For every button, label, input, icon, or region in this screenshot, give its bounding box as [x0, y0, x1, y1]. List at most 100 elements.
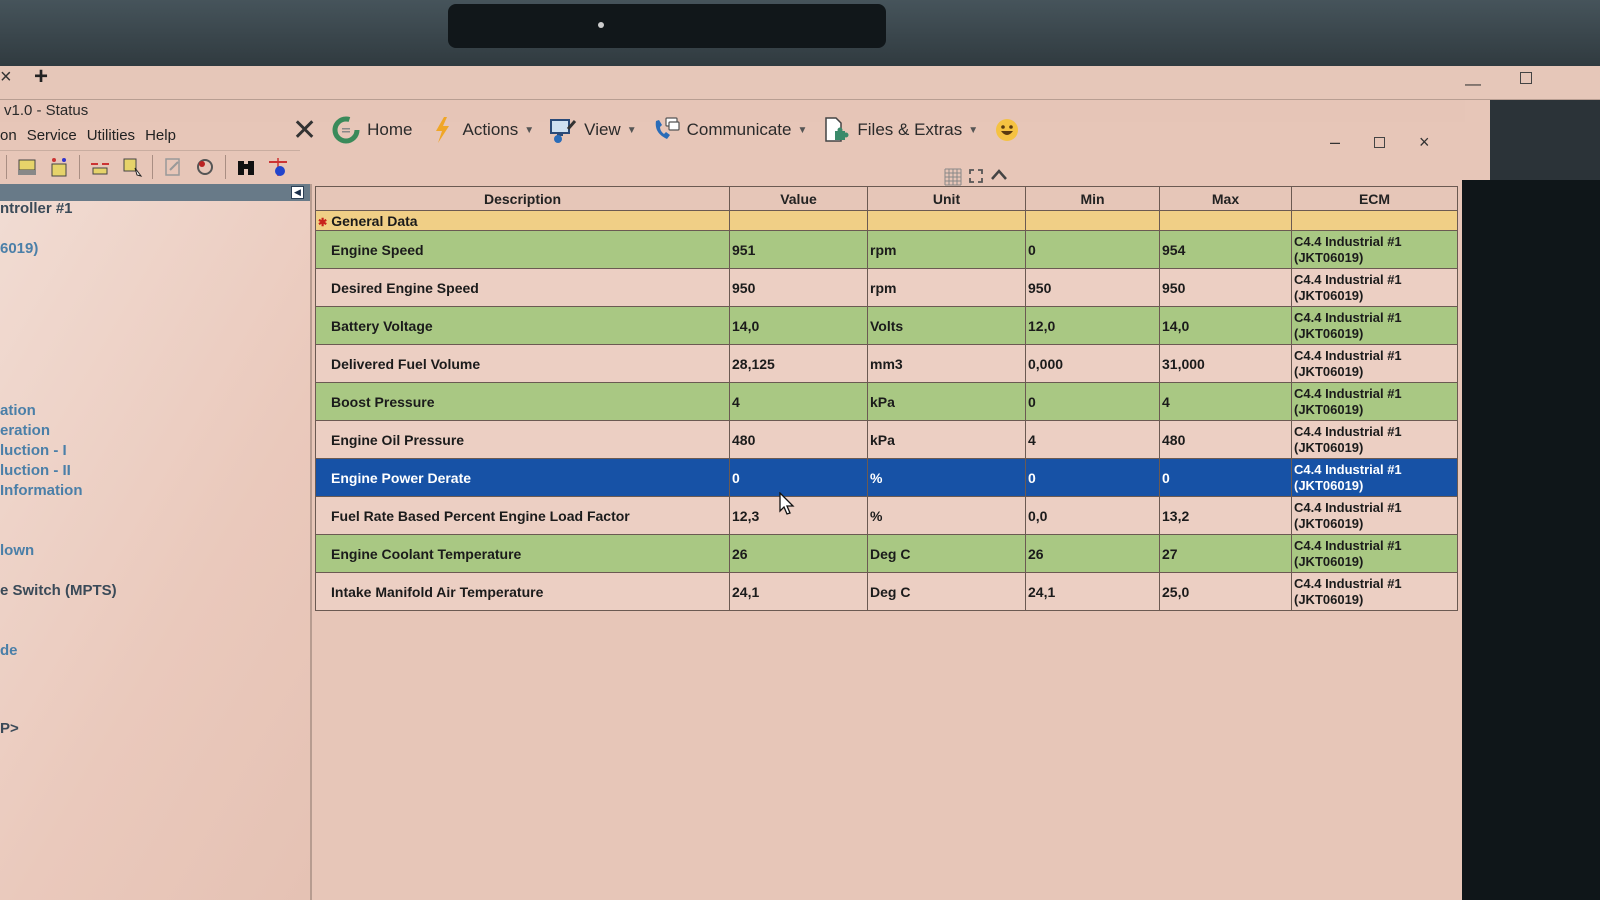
column-header-max[interactable]: Max	[1159, 186, 1292, 211]
status-table: Description Value Unit Min Max ECM ✱ Gene…	[315, 186, 1458, 611]
max-cell: 27	[1159, 534, 1292, 573]
table-row[interactable]: Engine Coolant Temperature 26 Deg C 26 27 C4.…	[315, 534, 1458, 573]
ecm-summary-icon[interactable]	[15, 155, 39, 179]
table-row[interactable]: Delivered Fuel Volume 28,125 mm3 0,000 31,00…	[315, 344, 1458, 383]
diagnostic-icon[interactable]	[193, 155, 217, 179]
files-extras-menu-button[interactable]: Files & Extras ▼	[821, 115, 978, 145]
monitor-bezel	[0, 0, 1600, 72]
new-tab-button[interactable]: +	[34, 65, 48, 89]
tree-item-status-group[interactable]: eration	[0, 422, 50, 439]
outer-maximize-button[interactable]	[1520, 72, 1532, 84]
toolbar-separator	[6, 154, 7, 179]
edit-icon[interactable]	[161, 155, 185, 179]
config-icon[interactable]	[120, 155, 144, 179]
menu-item-utilities[interactable]: Utilities	[87, 124, 135, 148]
unit-cell: Deg C	[867, 534, 1026, 573]
table-row[interactable]: Engine Oil Pressure 480 kPa 4 480 C4.4 Indust…	[315, 420, 1458, 459]
ecm-name: C4.4 Industrial #1	[1294, 309, 1402, 325]
smiley-icon[interactable]	[992, 115, 1022, 145]
tree-item-status-group[interactable]: e Switch (MPTS)	[0, 582, 117, 599]
home-label: Home	[367, 120, 413, 139]
column-header-min[interactable]: Min	[1025, 186, 1160, 211]
close-view-button[interactable]: ✕	[292, 113, 317, 148]
table-row[interactable]: Engine Power Derate 0% 0 0 C4.4 Industrial #…	[315, 458, 1458, 497]
description-cell: Delivered Fuel Volume	[315, 344, 730, 383]
actions-menu-button[interactable]: Actions ▼	[427, 115, 534, 145]
description-cell: Engine Coolant Temperature	[315, 534, 730, 573]
menu-item-information[interactable]: on	[0, 124, 17, 148]
files-extras-label: Files & Extras	[857, 120, 963, 139]
binoculars-icon[interactable]	[234, 155, 258, 179]
ecm-serial: (JKT06019)	[1294, 287, 1364, 303]
value-cell: 14,0	[729, 306, 868, 345]
column-header-value[interactable]: Value	[729, 186, 868, 211]
tree-item-status-group[interactable]: ation	[0, 402, 36, 419]
tree-item-status-group[interactable]: Information	[0, 482, 83, 499]
min-cell: 26	[1025, 534, 1160, 573]
table-row[interactable]: Fuel Rate Based Percent Engine Load Fact…	[315, 496, 1458, 535]
description-cell: Fuel Rate Based Percent Engine Load Fact…	[315, 496, 730, 535]
collapse-sidebar-button[interactable]: ◀	[291, 186, 304, 199]
webcam-housing	[448, 4, 886, 48]
ecm-name: C4.4 Industrial #1	[1294, 271, 1402, 287]
window-title: v1.0 - Status	[4, 102, 89, 119]
menu-item-help[interactable]: Help	[145, 124, 176, 148]
unit-cell: Volts	[867, 306, 1026, 345]
column-header-unit[interactable]: Unit	[867, 186, 1026, 211]
table-row[interactable]: Boost Pressure 4 kPa 0 4 C4.4 Industrial #1 (J…	[315, 382, 1458, 421]
tree-item-controller[interactable]: ntroller #1	[0, 200, 73, 217]
table-row[interactable]: Battery Voltage 14,0 Volts 12,0 14,0 C4.4 Ind…	[315, 306, 1458, 345]
description-cell: Battery Voltage	[315, 306, 730, 345]
max-cell: 14,0	[1159, 306, 1292, 345]
min-cell: 12,0	[1025, 306, 1160, 345]
restore-button[interactable]	[1374, 137, 1386, 148]
close-tab-icon[interactable]: ×	[0, 66, 12, 88]
group-empty-cell	[867, 210, 1026, 231]
ecm-cell: C4.4 Industrial #1 (JKT06019)	[1291, 458, 1458, 497]
ecm-serial: (JKT06019)	[1294, 439, 1364, 455]
value-cell: 950	[729, 268, 868, 307]
value-cell: 951	[729, 230, 868, 269]
wiring-icon[interactable]	[266, 155, 290, 179]
home-refresh-icon	[331, 115, 361, 145]
monitor-icon	[548, 115, 578, 145]
ecm-serial: (JKT06019)	[1294, 591, 1364, 607]
description-cell: Intake Manifold Air Temperature	[315, 572, 730, 611]
menu-item-service[interactable]: Service	[27, 124, 77, 148]
minimize-button[interactable]: –	[1330, 132, 1340, 153]
file-puzzle-icon	[821, 115, 851, 145]
ecm-name: C4.4 Industrial #1	[1294, 385, 1402, 401]
outer-tab-strip: × + —	[0, 65, 1600, 100]
tree-item-ecm-serial[interactable]: 6019)	[0, 240, 38, 257]
table-row[interactable]: Intake Manifold Air Temperature 24,1 Deg C…	[315, 572, 1458, 611]
phone-chat-icon	[651, 115, 681, 145]
min-cell: 0	[1025, 230, 1160, 269]
group-row-general-data[interactable]: ✱ General Data	[315, 210, 1458, 231]
close-window-button[interactable]: ×	[1419, 132, 1430, 153]
value-cell: 12,3	[729, 496, 868, 535]
group-label: General Data	[331, 212, 418, 229]
communicate-menu-button[interactable]: Communicate ▼	[651, 115, 807, 145]
tree-item-status-group[interactable]: P>	[0, 720, 19, 737]
outer-minimize-button[interactable]: —	[1465, 76, 1481, 94]
status-icon[interactable]	[47, 155, 71, 179]
ecm-serial: (JKT06019)	[1294, 477, 1364, 493]
tree-item-status-group[interactable]: de	[0, 642, 18, 659]
connect-icon[interactable]	[88, 155, 112, 179]
chevron-down-icon: ▼	[626, 124, 637, 136]
tree-item-status-group[interactable]: luction - I	[0, 442, 67, 459]
home-button[interactable]: Home	[331, 115, 413, 145]
table-row[interactable]: Engine Speed 951 rpm 0 954 C4.4 Industrial #1…	[315, 230, 1458, 269]
description-cell: Engine Speed	[315, 230, 730, 269]
column-header-description[interactable]: Description	[315, 186, 730, 211]
tree-item-status-group[interactable]: lown	[0, 542, 34, 559]
column-header-ecm[interactable]: ECM	[1291, 186, 1458, 211]
table-row[interactable]: Desired Engine Speed 950 rpm 950 950 C4.4 Ind…	[315, 268, 1458, 307]
min-cell: 950	[1025, 268, 1160, 307]
tree-item-status-group[interactable]: luction - II	[0, 462, 71, 479]
chevron-down-icon: ▼	[968, 124, 979, 136]
value-cell: 0	[729, 458, 868, 497]
ecm-serial: (JKT06019)	[1294, 515, 1364, 531]
value-cell: 26	[729, 534, 868, 573]
view-menu-button[interactable]: View ▼	[548, 115, 637, 145]
